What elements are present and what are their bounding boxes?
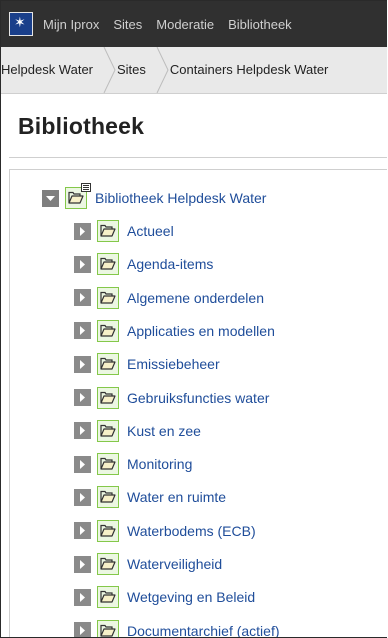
tree-item-label[interactable]: Documentarchief (actief) [127, 623, 280, 637]
folder-icon [97, 486, 119, 509]
tree-item[interactable]: Applicaties en modellen [74, 319, 275, 343]
folder-icon [97, 353, 119, 376]
folder-icon [97, 253, 119, 276]
expand-toggle-icon[interactable] [74, 488, 91, 506]
tree-item[interactable]: Waterveiligheid [74, 552, 222, 576]
tree-item-label[interactable]: Monitoring [127, 456, 192, 472]
tree-root-row[interactable]: Bibliotheek Helpdesk Water [42, 183, 266, 210]
tree-item-label[interactable]: Water en ruimte [127, 489, 226, 505]
expand-toggle-icon[interactable] [74, 555, 91, 573]
tree-item-label[interactable]: Algemene onderdelen [127, 290, 264, 306]
tree-root-label[interactable]: Bibliotheek Helpdesk Water [95, 190, 266, 206]
library-tree-panel: Bibliotheek Helpdesk Water Actueel Agenda… [9, 169, 387, 637]
folder-icon [97, 386, 119, 409]
folder-icon [97, 619, 119, 637]
tree-item[interactable]: Agenda-items [74, 252, 213, 276]
tree-item-label[interactable]: Actueel [127, 223, 174, 239]
nav-sites[interactable]: Sites [113, 17, 142, 32]
expand-toggle-icon[interactable] [74, 522, 91, 540]
tree-item-label[interactable]: Gebruiksfuncties water [127, 390, 269, 406]
expand-toggle-icon[interactable] [74, 255, 91, 273]
top-navigation-bar: ✶ Mijn Iprox Sites Moderatie Bibliotheek [1, 1, 387, 47]
breadcrumb: Helpdesk Water Sites Containers Helpdesk… [1, 47, 387, 94]
expand-toggle-icon[interactable] [74, 588, 91, 606]
folder-icon [97, 286, 119, 309]
expand-toggle-icon[interactable] [74, 289, 91, 307]
nav-moderatie[interactable]: Moderatie [156, 17, 214, 32]
breadcrumb-separator-icon [156, 47, 170, 93]
expand-toggle-icon[interactable] [74, 622, 91, 637]
tree-item[interactable]: Water en ruimte [74, 485, 226, 509]
tree-item[interactable]: Gebruiksfuncties water [74, 386, 269, 410]
tree-item-label[interactable]: Wetgeving en Beleid [127, 589, 255, 605]
library-badge-icon [81, 183, 91, 192]
expand-toggle-icon[interactable] [74, 322, 91, 340]
tree-item[interactable]: Waterbodems (ECB) [74, 519, 256, 543]
folder-icon [97, 553, 119, 575]
tree-item-label[interactable]: Applicaties en modellen [127, 323, 275, 339]
breadcrumb-item-sites[interactable]: Sites [117, 47, 156, 93]
folder-icon [97, 586, 119, 609]
tree-item[interactable]: Actueel [74, 219, 174, 243]
expand-toggle-icon[interactable] [74, 422, 91, 440]
folder-open-icon [65, 183, 91, 209]
folder-icon [97, 453, 119, 476]
expand-toggle-icon[interactable] [74, 222, 91, 240]
tree-item-label[interactable]: Agenda-items [127, 256, 213, 272]
tree-item-label[interactable]: Kust en zee [127, 423, 201, 439]
title-divider [9, 157, 387, 158]
rijksoverheid-logo-icon[interactable]: ✶ [9, 12, 33, 36]
tree-item[interactable]: Kust en zee [74, 419, 201, 443]
nav-bibliotheek[interactable]: Bibliotheek [228, 17, 292, 32]
nav-mijn-iprox[interactable]: Mijn Iprox [43, 17, 99, 32]
folder-icon [97, 220, 119, 242]
tree-item[interactable]: Documentarchief (actief) [74, 619, 280, 637]
tree-item-label[interactable]: Waterbodems (ECB) [127, 523, 256, 539]
expand-toggle-icon[interactable] [74, 455, 91, 473]
breadcrumb-item-containers[interactable]: Containers Helpdesk Water [170, 47, 338, 93]
tree-item[interactable]: Emissiebeheer [74, 352, 220, 376]
collapse-toggle-icon[interactable] [42, 189, 59, 207]
expand-toggle-icon[interactable] [74, 389, 91, 406]
breadcrumb-separator-icon [103, 47, 117, 93]
page-title: Bibliotheek [18, 113, 145, 139]
app-frame: ✶ Mijn Iprox Sites Moderatie Bibliotheek… [0, 0, 387, 638]
tree-item-label[interactable]: Emissiebeheer [127, 356, 220, 372]
tree-item[interactable]: Monitoring [74, 452, 192, 476]
folder-icon [97, 419, 119, 442]
tree-item-label[interactable]: Waterveiligheid [127, 556, 222, 572]
folder-icon [97, 319, 119, 342]
expand-toggle-icon[interactable] [74, 355, 91, 373]
tree-item[interactable]: Algemene onderdelen [74, 286, 264, 310]
folder-icon [97, 519, 119, 542]
tree-item[interactable]: Wetgeving en Beleid [74, 585, 255, 609]
breadcrumb-item-helpdesk-water[interactable]: Helpdesk Water [1, 47, 103, 93]
